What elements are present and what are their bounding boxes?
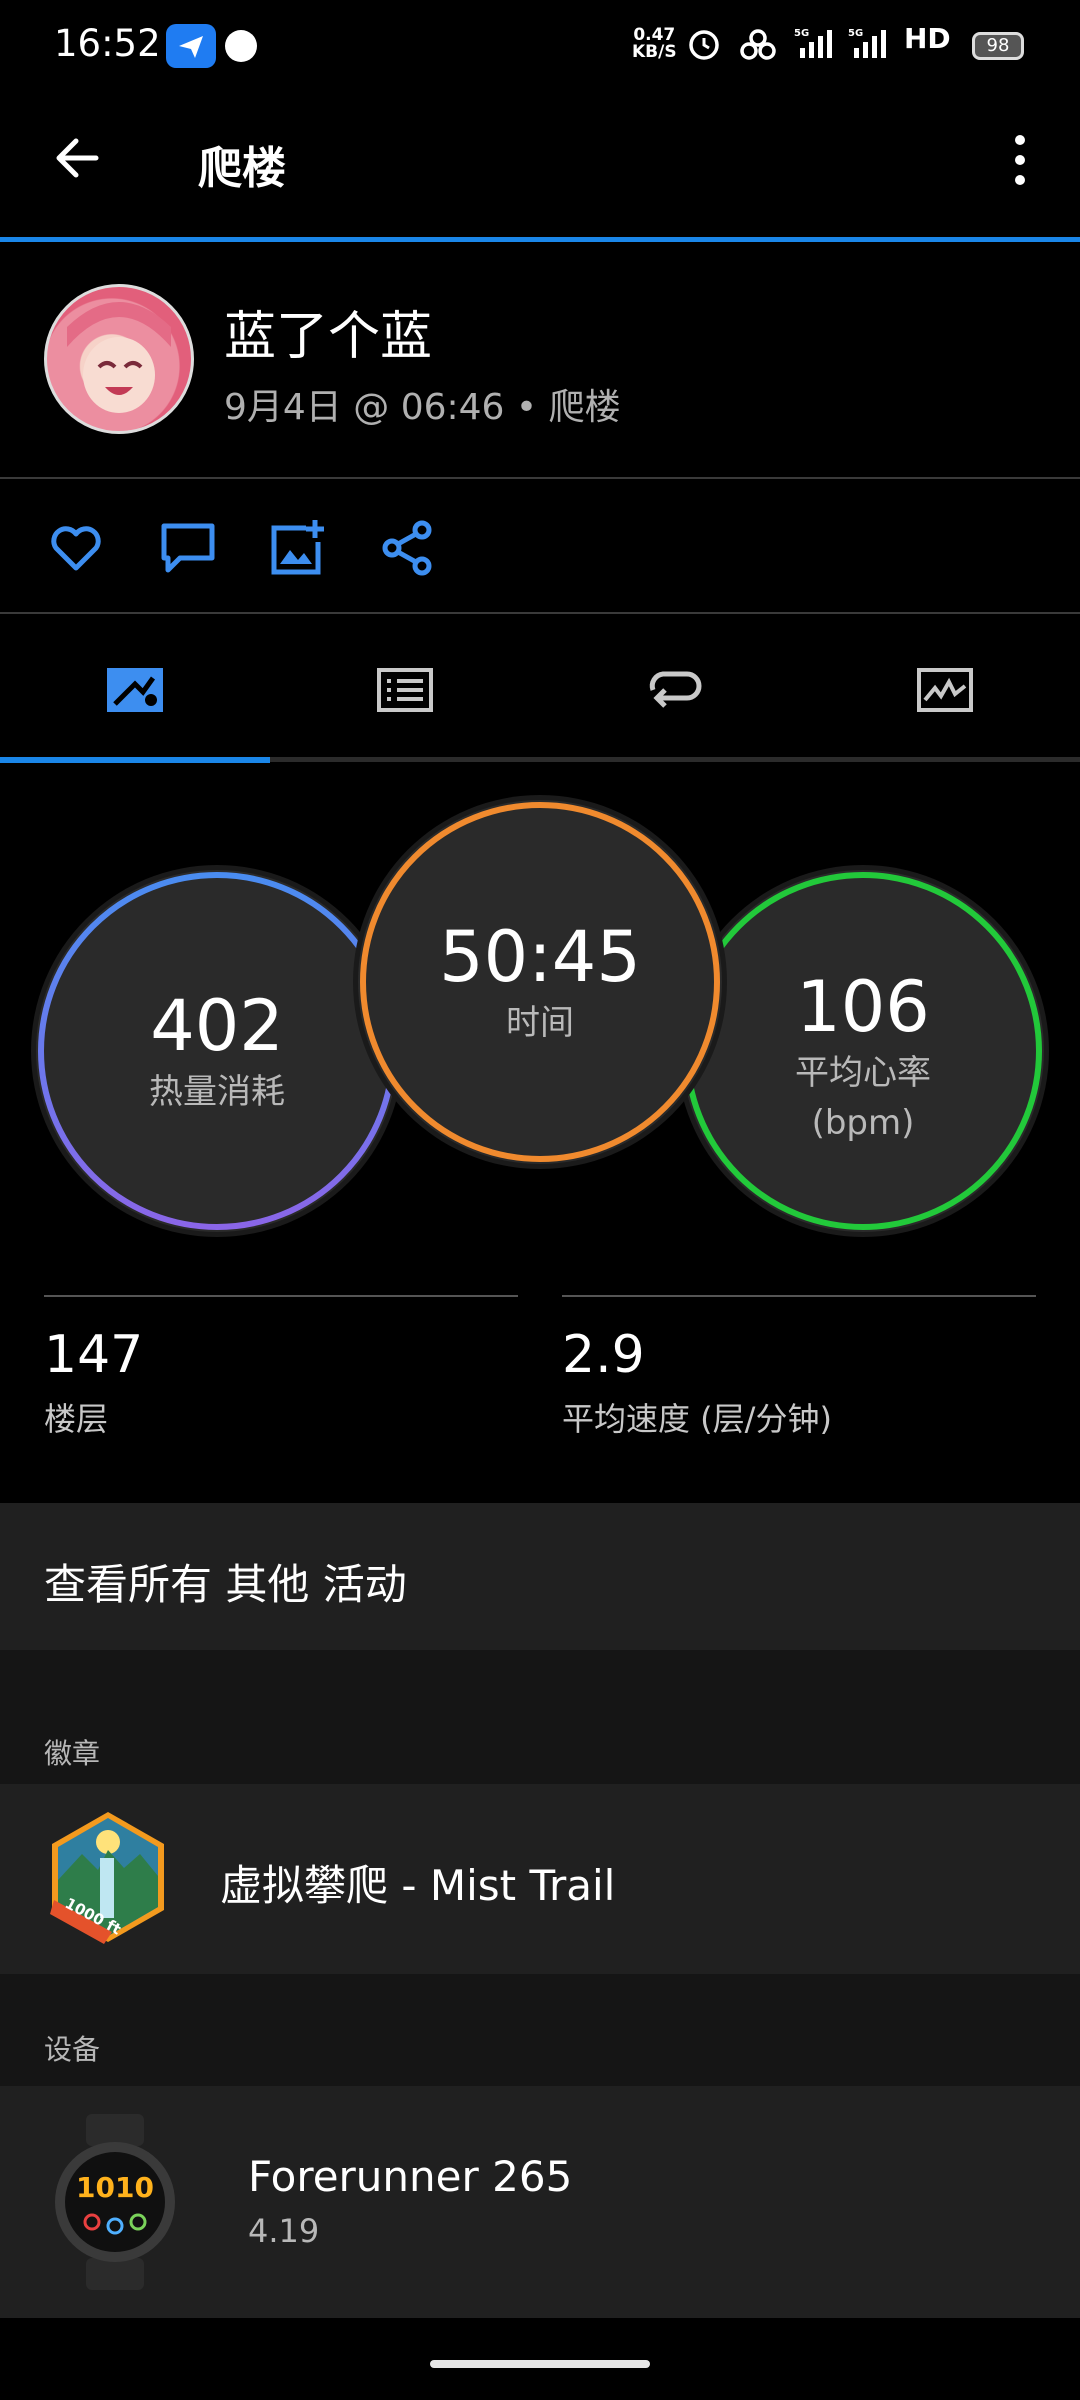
calories-value: 402 — [150, 985, 284, 1067]
overview-icon — [107, 668, 163, 712]
hotspot-icon — [738, 26, 778, 66]
user-name[interactable]: 蓝了个蓝 — [224, 294, 432, 369]
time-ring[interactable]: 50:45 时间 — [358, 800, 722, 1164]
battery-indicator: 98 — [972, 32, 1024, 60]
device-item[interactable]: 1010 Forerunner 265 4.19 — [0, 2086, 1080, 2318]
calories-label: 热量消耗 — [149, 1072, 285, 1112]
signal-5g-icon-2: 5G — [848, 26, 892, 66]
hd-indicator: HD — [904, 22, 951, 55]
floors-value: 147 — [44, 1325, 144, 1385]
view-all-label: 查看所有 其他 活动 — [44, 1560, 407, 1609]
time-label: 时间 — [506, 1003, 574, 1043]
page-title: 爬楼 — [198, 143, 286, 194]
more-menu-button[interactable] — [1000, 130, 1040, 190]
net-speed: 0.47 KB/S — [632, 25, 677, 62]
activity-meta: 9月4日 @ 06:46 • 爬楼 — [224, 387, 621, 428]
badges-section-label: 徽章 — [44, 1737, 101, 1770]
heart-rate-label: 平均心率 — [795, 1053, 931, 1093]
calories-ring[interactable]: 402 热量消耗 — [36, 870, 398, 1232]
device-name: Forerunner 265 — [248, 2152, 573, 2201]
speed-label: 平均速度 (层/分钟) — [562, 1400, 832, 1438]
mist-trail-badge-icon: 1000 ft — [48, 1810, 168, 1948]
divider — [0, 477, 1080, 479]
more-vertical-icon — [1015, 135, 1025, 185]
stat-divider — [562, 1295, 1036, 1297]
alarm-icon — [686, 26, 722, 66]
home-indicator[interactable] — [430, 2360, 650, 2368]
navigation-bar — [0, 2318, 1080, 2400]
comment-button[interactable] — [158, 518, 218, 578]
time-value: 50:45 — [439, 916, 641, 998]
share-icon — [382, 520, 432, 576]
tab-details[interactable] — [270, 650, 540, 730]
navigation-icon — [166, 24, 216, 68]
notification-dot-icon — [225, 30, 257, 62]
watch-icon: 1010 — [52, 2114, 178, 2294]
heart-icon — [51, 526, 101, 571]
tab-overview[interactable] — [0, 650, 270, 730]
svg-text:5G: 5G — [794, 28, 809, 39]
view-all-activities[interactable]: 查看所有 其他 活动 — [0, 1503, 1080, 1650]
speed-value: 2.9 — [562, 1325, 645, 1385]
tab-charts[interactable] — [810, 650, 1080, 730]
add-photo-icon — [271, 520, 324, 575]
floors-label: 楼层 — [44, 1400, 109, 1438]
svg-text:5G: 5G — [848, 28, 863, 39]
heart-rate-unit: (bpm) — [811, 1103, 915, 1143]
stat-divider — [44, 1295, 518, 1297]
arrow-left-icon — [56, 138, 99, 178]
status-bar: 16:52 0.47 KB/S 5G 5G HD 98 — [0, 0, 1080, 95]
list-icon — [377, 668, 433, 712]
add-photo-button[interactable] — [268, 518, 328, 578]
svg-text:1010: 1010 — [76, 2171, 154, 2204]
section-gap: 徽章 — [0, 1650, 1080, 1784]
avatar[interactable] — [44, 284, 194, 434]
laps-icon — [649, 671, 702, 708]
chart-icon — [917, 668, 973, 712]
heart-rate-value: 106 — [796, 966, 930, 1048]
like-button[interactable] — [46, 518, 106, 578]
accent-line — [0, 237, 1080, 242]
tab-laps[interactable] — [540, 650, 810, 730]
status-time: 16:52 — [54, 22, 161, 65]
section-gap: 设备 — [0, 1974, 1080, 2086]
divider — [0, 612, 1080, 614]
devices-section-label: 设备 — [44, 2033, 101, 2066]
badge-name: 虚拟攀爬 - Mist Trail — [220, 1861, 616, 1910]
comment-icon — [161, 523, 215, 573]
badge-item[interactable]: 1000 ft 虚拟攀爬 - Mist Trail — [0, 1784, 1080, 1974]
heart-rate-ring[interactable]: 106 平均心率 (bpm) — [682, 870, 1044, 1232]
share-button[interactable] — [378, 518, 438, 578]
tab-indicator — [0, 757, 270, 763]
device-version: 4.19 — [248, 2212, 320, 2250]
back-button[interactable] — [48, 128, 108, 188]
signal-5g-icon-1: 5G — [794, 26, 838, 66]
